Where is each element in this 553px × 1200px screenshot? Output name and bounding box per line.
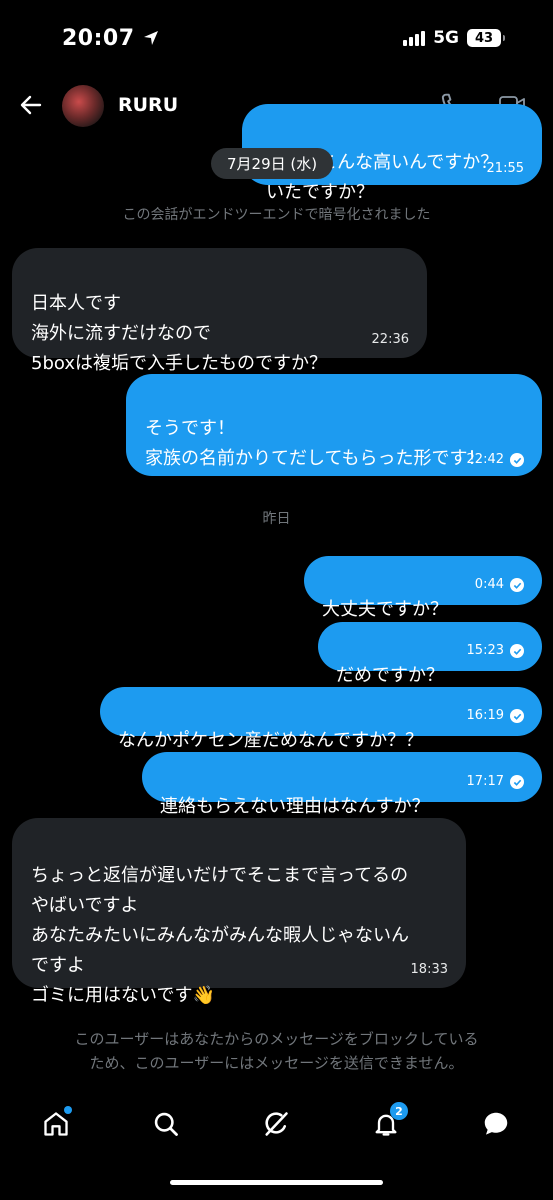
grok-icon: [265, 1112, 288, 1136]
status-indicators: 5G 43: [403, 28, 505, 48]
message-time: 17:17: [467, 774, 524, 790]
message-text: だめですか？: [336, 665, 444, 686]
back-arrow-icon[interactable]: [18, 92, 44, 118]
block-notice: このユーザーはあなたからのメッセージをブロックしている ため、このユーザーにはメ…: [74, 1030, 479, 1072]
message-text: そうです！ 家族の名前かりてだしてもらった形です！: [145, 418, 486, 469]
message-time: 16:19: [467, 708, 524, 724]
nav-grok[interactable]: [256, 1104, 296, 1144]
read-check-icon: [510, 578, 524, 592]
nav-home[interactable]: [36, 1104, 76, 1144]
read-check-icon: [510, 709, 524, 723]
nav-notifications[interactable]: 2: [366, 1102, 408, 1144]
battery-icon: 43: [467, 29, 505, 47]
message-text: ちょっと返信が遅いだけでそこまで言ってるの やばいですよ あなたみたいにみんなが…: [31, 865, 409, 1006]
message-bubble-outgoing[interactable]: なんかポケセン産だめなんですか？？ 16:19: [100, 687, 542, 751]
avatar[interactable]: [62, 85, 104, 127]
message-time: 15:23: [467, 643, 524, 659]
contact-name[interactable]: RURU: [118, 94, 178, 116]
message-time: 22:42: [467, 452, 524, 468]
nav-search[interactable]: [146, 1104, 186, 1144]
status-time: 20:07: [62, 26, 159, 51]
message-bubble-outgoing[interactable]: 連絡もらえない理由はなんすか？ 17:17: [142, 752, 542, 817]
message-bubble-incoming[interactable]: 日本人です 海外に流すだけなので 5boxは複垢で入手したものですか？ 22:3…: [12, 248, 427, 374]
read-check-icon: [510, 644, 524, 658]
message-bubble-incoming[interactable]: ちょっと返信が遅いだけでそこまで言ってるの やばいですよ あなたみたいにみんなが…: [12, 818, 466, 1006]
network-type: 5G: [433, 28, 459, 48]
signal-icon: [403, 30, 426, 46]
message-bubble-outgoing[interactable]: そうです！ 家族の名前かりてだしてもらった形です！ 22:42: [126, 374, 542, 476]
day-divider: 昨日: [262, 511, 291, 527]
message-bubble-outgoing[interactable]: だめですか？ 15:23: [318, 622, 542, 686]
message-text: 大丈夫ですか？: [322, 599, 448, 620]
message-text: なんかポケセン産だめなんですか？？: [118, 730, 424, 751]
message-time: 22:36: [371, 332, 409, 347]
home-indicator: [170, 1180, 383, 1185]
read-check-icon: [510, 775, 524, 789]
home-icon: [44, 1112, 68, 1136]
notification-badge: 2: [390, 1102, 408, 1120]
location-arrow-icon: [143, 31, 158, 45]
messages-icon: [484, 1112, 508, 1135]
bottom-navigation: 2: [0, 1102, 553, 1154]
message-time: 18:33: [410, 962, 448, 977]
message-text: 連絡もらえない理由はなんすか？: [160, 796, 430, 817]
date-pill: 7月29日 (水): [211, 148, 334, 179]
read-check-icon: [510, 453, 524, 467]
message-time: 0:44: [475, 577, 524, 593]
nav-messages[interactable]: [476, 1104, 516, 1144]
message-bubble-outgoing[interactable]: 大丈夫ですか？ 0:44: [304, 556, 542, 620]
search-icon: [154, 1112, 178, 1136]
message-time: 21:55: [486, 161, 524, 176]
message-text: 日本人です 海外に流すだけなので 5boxは複垢で入手したものですか？: [31, 293, 327, 374]
encryption-note: この会話がエンドツーエンドで暗号化されました: [122, 207, 431, 223]
home-unread-dot: [64, 1106, 72, 1114]
battery-level: 43: [474, 30, 494, 46]
